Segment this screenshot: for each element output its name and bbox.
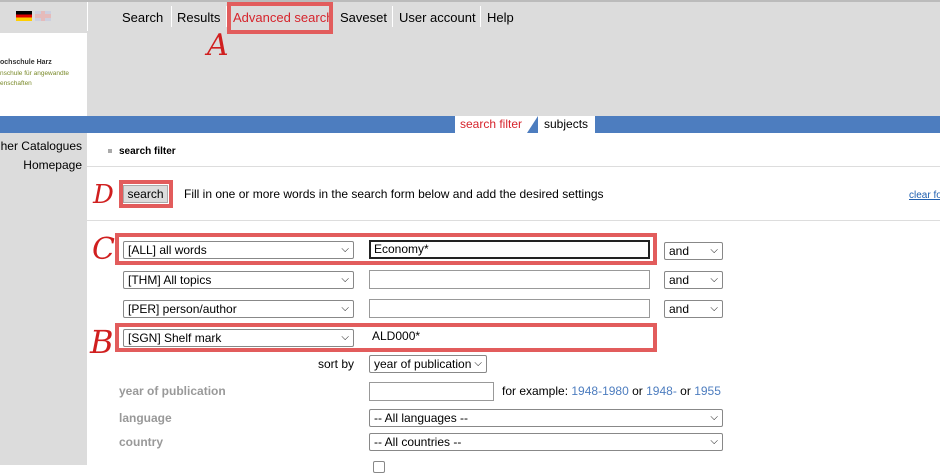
example-open-link[interactable]: 1948-: [646, 384, 677, 398]
nav-divider: [87, 2, 88, 31]
chevron-down-icon: ⌵: [710, 303, 718, 314]
nav-divider: [392, 6, 393, 27]
country-select[interactable]: -- All countries -- ⌵: [369, 433, 723, 451]
select-value: and: [669, 244, 690, 258]
field-select-2[interactable]: [THM] All topics ⌵: [123, 271, 354, 289]
sort-select[interactable]: year of publication ⌵: [369, 355, 487, 373]
annotation-letter-b: B: [90, 323, 114, 361]
tab-subjects[interactable]: subjects: [538, 116, 595, 133]
year-input[interactable]: [369, 382, 494, 401]
nav-divider: [480, 6, 481, 27]
chevron-down-icon: ⌵: [710, 412, 718, 423]
sidebar: [0, 133, 87, 465]
select-value: [THM] All topics: [128, 273, 212, 287]
or-text: or: [632, 384, 643, 398]
select-value: and: [669, 302, 690, 316]
tab-label: subjects: [544, 117, 589, 131]
operator-select-3[interactable]: and ⌵: [664, 300, 723, 318]
example-prefix: for example:: [502, 384, 569, 398]
logo-text-line: nschule für angewandte: [0, 70, 70, 77]
language-label: language: [119, 411, 172, 425]
chevron-down-icon: ⌵: [474, 358, 482, 369]
select-value: year of publication: [374, 357, 472, 371]
tab-notch: [527, 116, 538, 133]
select-value: -- All languages --: [374, 411, 469, 425]
option-checkbox[interactable]: [373, 461, 385, 473]
divider: [87, 166, 940, 167]
field-select-3[interactable]: [PER] person/author ⌵: [123, 300, 354, 318]
nav-divider: [171, 6, 172, 27]
chevron-down-icon: ⌵: [341, 274, 349, 285]
language-flags: [16, 11, 52, 21]
operator-select-1[interactable]: and ⌵: [664, 242, 723, 260]
section-label: search filter: [119, 146, 176, 157]
annotation-box-d: [119, 180, 173, 208]
nav-results[interactable]: Results: [177, 10, 220, 25]
language-select[interactable]: -- All languages -- ⌵: [369, 409, 723, 427]
chevron-down-icon: ⌵: [341, 303, 349, 314]
example-year-link[interactable]: 1955: [694, 384, 721, 398]
annotation-letter-c: C: [92, 232, 115, 267]
divider: [87, 220, 940, 221]
select-value: [PER] person/author: [128, 302, 237, 316]
sort-label: sort by: [318, 357, 355, 371]
annotation-box-b: [115, 323, 657, 352]
clear-form-link[interactable]: clear fo: [909, 190, 940, 201]
annotation-box-a: [227, 2, 333, 34]
search-term-input-3[interactable]: [369, 299, 650, 318]
german-flag-icon[interactable]: [16, 11, 32, 21]
logo-text-line: enschaften: [0, 80, 32, 87]
chevron-down-icon: ⌵: [710, 436, 718, 447]
bullet-icon: [108, 149, 112, 153]
nav-search[interactable]: Search: [122, 10, 163, 25]
nav-user-account[interactable]: User account: [399, 10, 476, 25]
chevron-down-icon: ⌵: [710, 274, 718, 285]
nav-saveset[interactable]: Saveset: [340, 10, 387, 25]
chevron-down-icon: ⌵: [710, 245, 718, 256]
annotation-box-c: [115, 233, 657, 265]
sidebar-item-other-catalogues[interactable]: her Catalogues: [1, 139, 82, 153]
english-flag-icon[interactable]: [35, 11, 51, 21]
search-term-input-2[interactable]: [369, 270, 650, 289]
nav-help[interactable]: Help: [487, 10, 514, 25]
select-value: -- All countries --: [374, 435, 462, 449]
annotation-letter-a: A: [207, 28, 229, 63]
year-label: year of publication: [119, 384, 226, 398]
tab-label: search filter: [460, 117, 523, 131]
logo-text-line: ochschule Harz: [0, 59, 52, 66]
select-value: and: [669, 273, 690, 287]
year-examples: for example: 1948-1980 or 1948- or 1955: [502, 384, 721, 398]
example-range-link[interactable]: 1948-1980: [571, 384, 628, 398]
sidebar-item-homepage[interactable]: Homepage: [23, 158, 82, 172]
tab-search-filter[interactable]: search filter: [455, 116, 527, 133]
country-label: country: [119, 435, 164, 449]
or-text: or: [680, 384, 691, 398]
operator-select-2[interactable]: and ⌵: [664, 271, 723, 289]
instructions-text: Fill in one or more words in the search …: [184, 187, 604, 201]
annotation-letter-d: D: [93, 180, 114, 210]
